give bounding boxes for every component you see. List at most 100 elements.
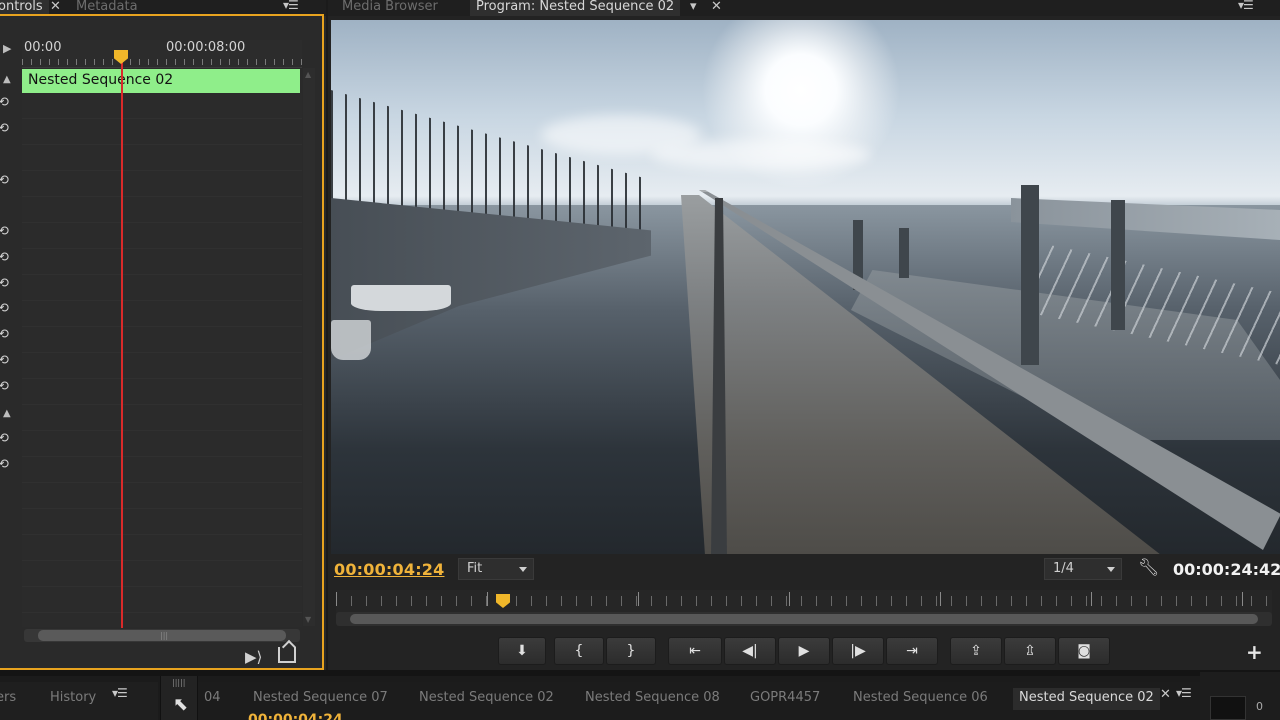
stopwatch-icon[interactable]: ⟲ — [0, 122, 12, 136]
stopwatch-icon[interactable]: ⟲ — [0, 328, 12, 342]
tab-media-browser[interactable]: Media Browser — [336, 0, 444, 16]
dock-piling — [899, 228, 909, 278]
program-tab-strip: Media Browser Program: Nested Sequence 0… — [328, 0, 1280, 16]
ruler-mark-label: 00:00:08:00 — [166, 40, 246, 55]
stopwatch-icon[interactable]: ⟲ — [0, 302, 12, 316]
mark-in-button[interactable]: { — [554, 637, 604, 665]
effect-controls-panel: ontrols ✕ Metadata ▾☰ ▶ 00:00 00:00:08:0… — [0, 0, 326, 670]
tab-sequence[interactable]: Nested Sequence 08 — [585, 688, 720, 710]
dock-pillar — [1021, 185, 1039, 365]
effect-time-ruler[interactable]: 00:00 00:00:08:00 — [22, 40, 302, 68]
selection-tool[interactable]: ||||| ⬉ — [160, 676, 198, 720]
monitor-time-ruler[interactable] — [336, 590, 1272, 614]
step-back-icon: ◀| — [742, 643, 758, 659]
lift-button[interactable]: ⇪ — [950, 637, 1002, 665]
wrench-icon[interactable]: 🔧︎ — [1138, 558, 1160, 578]
stopwatch-icon[interactable]: ⟲ — [0, 225, 12, 239]
zoom-value: Fit — [467, 561, 483, 576]
tab-dropdown-icon[interactable]: ▾ — [690, 0, 697, 14]
stopwatch-icon[interactable]: ⟲ — [0, 251, 12, 265]
sailboat — [351, 285, 451, 311]
collapse-icon[interactable]: ▲ — [3, 408, 11, 419]
camera-icon: ◙ — [1077, 643, 1091, 659]
stopwatch-icon[interactable]: ⟲ — [0, 380, 12, 394]
scroll-down-icon[interactable]: ▼ — [305, 615, 311, 624]
tab-metadata[interactable]: Metadata — [70, 0, 144, 16]
scroll-thumb[interactable] — [350, 614, 1258, 624]
extract-button[interactable]: ⇫ — [1004, 637, 1056, 665]
tab-markers[interactable]: ers — [0, 688, 16, 710]
tab-sequence-active[interactable]: Nested Sequence 02 — [1013, 688, 1160, 710]
clip-bar[interactable]: Nested Sequence 02 — [22, 69, 300, 93]
tab-sequence[interactable]: GOPR4457 — [750, 688, 820, 710]
tab-program[interactable]: Program: Nested Sequence 02 — [470, 0, 681, 16]
expand-triangle-icon[interactable]: ▶ — [3, 42, 11, 55]
tab-effect-controls[interactable]: ontrols — [0, 0, 49, 16]
duration-timecode: 00:00:24:42 — [1173, 560, 1280, 579]
step-forward-icon: |▶ — [850, 643, 866, 659]
panel-menu-icon[interactable]: ▾☰ — [1238, 0, 1254, 12]
stopwatch-icon[interactable]: ⟲ — [0, 96, 12, 110]
chevron-down-icon — [1107, 567, 1115, 572]
play-audio-icon[interactable]: ▶⟩ — [245, 648, 262, 666]
cloud — [651, 140, 871, 170]
step-back-button[interactable]: ◀| — [724, 637, 776, 665]
go-to-in-button[interactable]: ⇤ — [668, 637, 722, 665]
step-forward-button[interactable]: |▶ — [832, 637, 884, 665]
resolution-select[interactable]: 1/4 — [1044, 558, 1122, 580]
audio-meter — [1210, 696, 1246, 720]
timeline-timecode[interactable]: 00:00:04:24 — [248, 712, 343, 720]
lift-icon: ⇪ — [970, 643, 982, 659]
stopwatch-icon[interactable]: ⟲ — [0, 174, 12, 188]
go-to-in-icon: ⇤ — [689, 643, 701, 659]
zoom-scrollbar[interactable] — [336, 612, 1272, 626]
left-tab-strip: ontrols ✕ Metadata ▾☰ — [0, 0, 326, 16]
add-marker-button[interactable]: ⬇ — [498, 637, 546, 665]
dock-pillar — [1111, 200, 1125, 330]
ruler-ticks — [22, 59, 302, 65]
ruler-start-label: 00:00 — [24, 40, 62, 55]
extract-icon: ⇫ — [1024, 643, 1036, 659]
scroll-up-icon[interactable]: ▲ — [305, 70, 311, 79]
zoom-select[interactable]: Fit — [458, 558, 534, 580]
stopwatch-icon[interactable]: ⟲ — [0, 277, 12, 291]
mark-out-button[interactable]: } — [606, 637, 656, 665]
stopwatch-icon[interactable]: ⟲ — [0, 458, 12, 472]
keyframe-rows[interactable] — [22, 93, 302, 627]
close-icon[interactable]: ✕ — [50, 0, 61, 14]
sailboat — [331, 320, 371, 360]
panel-menu-icon[interactable]: ▾☰ — [112, 686, 128, 700]
collapse-icon[interactable]: ▲ — [3, 74, 11, 85]
tab-sequence[interactable]: 04 — [204, 688, 221, 710]
resolution-value: 1/4 — [1053, 561, 1074, 576]
grip-icon: ||||| — [172, 678, 186, 687]
video-frame[interactable] — [331, 20, 1280, 554]
tab-sequence[interactable]: Nested Sequence 07 — [253, 688, 388, 710]
audio-meter-panel: 0 — [1200, 672, 1280, 720]
monitor-control-bar: 00:00:04:24 Fit 1/4 🔧︎ 00:00:24:42 — [328, 556, 1280, 584]
export-icon[interactable] — [278, 647, 296, 663]
grip-icon: ||| — [160, 631, 169, 640]
mark-in-icon: { — [574, 643, 584, 659]
meter-scale-label: 0 — [1256, 700, 1263, 713]
vertical-scrollbar[interactable]: ▲ ▼ — [303, 68, 315, 626]
panel-menu-icon[interactable]: ▾☰ — [283, 0, 299, 12]
tab-sequence[interactable]: Nested Sequence 02 — [419, 688, 554, 710]
program-monitor: Media Browser Program: Nested Sequence 0… — [328, 0, 1280, 670]
playhead-timecode[interactable]: 00:00:04:24 — [334, 560, 444, 579]
stopwatch-icon[interactable]: ⟲ — [0, 354, 12, 368]
button-editor-plus-icon[interactable]: + — [1246, 640, 1263, 664]
play-button[interactable]: ▶ — [778, 637, 830, 665]
tab-history[interactable]: History — [50, 688, 96, 710]
tab-sequence[interactable]: Nested Sequence 06 — [853, 688, 988, 710]
close-icon[interactable]: ✕ — [711, 0, 722, 14]
bottom-left-tab-strip: ers History ▾☰ — [0, 682, 158, 720]
panel-menu-icon[interactable]: ▾☰ — [1176, 686, 1192, 700]
go-to-out-button[interactable]: ⇥ — [886, 637, 938, 665]
cursor-arrow-icon: ⬉ — [173, 694, 189, 715]
horizontal-scrollbar[interactable]: ||| — [24, 629, 300, 642]
stopwatch-icon[interactable]: ⟲ — [0, 432, 12, 446]
close-icon[interactable]: ✕ — [1160, 687, 1171, 702]
mark-out-icon: } — [626, 643, 636, 659]
export-frame-button[interactable]: ◙ — [1058, 637, 1110, 665]
